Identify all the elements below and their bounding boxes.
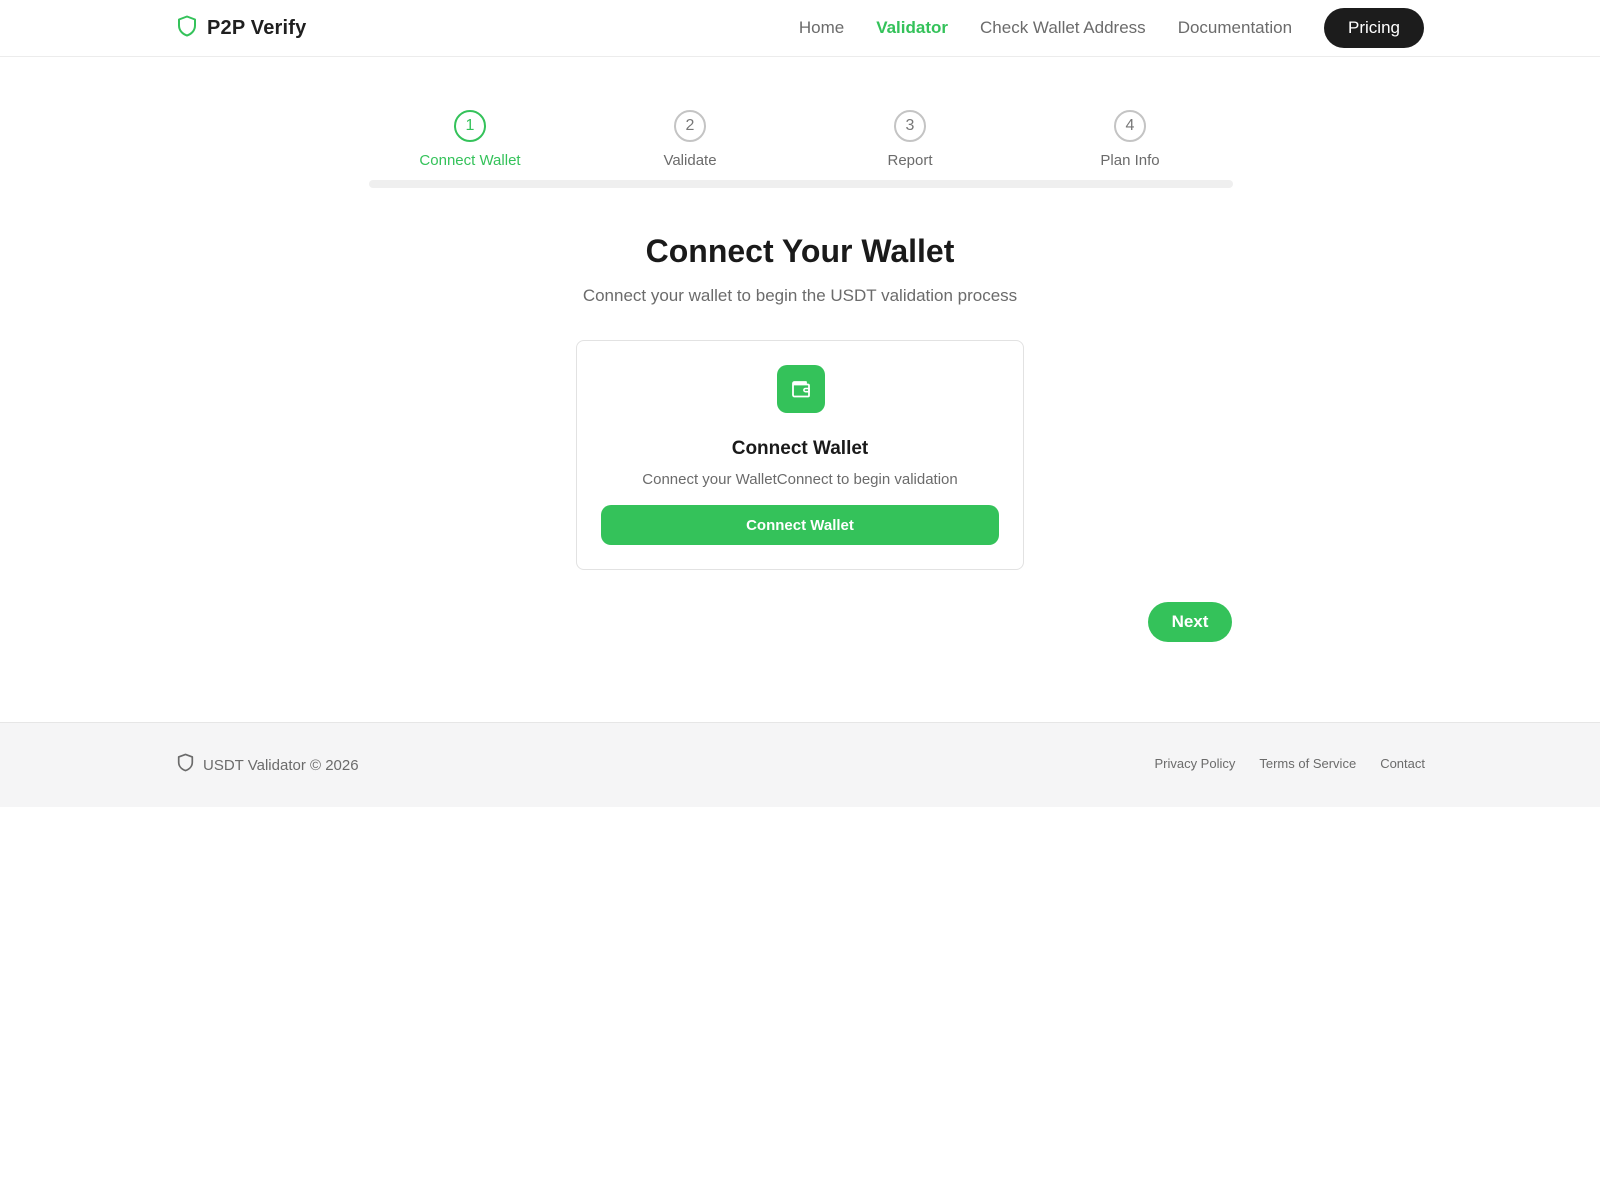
- privacy-policy-link[interactable]: Privacy Policy: [1154, 756, 1235, 771]
- footer: USDT Validator © 2026 Privacy Policy Ter…: [0, 722, 1600, 807]
- shield-icon: [177, 15, 197, 42]
- step-plan-info[interactable]: 4 Plan Info: [1070, 110, 1190, 169]
- footer-copyright: USDT Validator © 2026: [203, 756, 359, 774]
- nav-check-wallet-address[interactable]: Check Wallet Address: [980, 18, 1146, 38]
- terms-of-service-link[interactable]: Terms of Service: [1259, 756, 1356, 771]
- shield-icon: [177, 753, 194, 777]
- connect-wallet-card: Connect Wallet Connect your WalletConnec…: [576, 340, 1024, 570]
- wallet-icon: [777, 365, 825, 413]
- step-report[interactable]: 3 Report: [850, 110, 970, 169]
- next-button[interactable]: Next: [1148, 602, 1232, 642]
- main-nav: Home Validator Check Wallet Address Docu…: [767, 8, 1424, 48]
- nav-home[interactable]: Home: [799, 18, 844, 38]
- step-number: 4: [1114, 110, 1146, 142]
- pricing-button[interactable]: Pricing: [1324, 8, 1424, 48]
- page-title: Connect Your Wallet: [645, 233, 955, 269]
- card-title: Connect Wallet: [731, 438, 869, 459]
- step-label: Plan Info: [1100, 152, 1160, 169]
- step-number: 3: [894, 110, 926, 142]
- connect-wallet-button[interactable]: Connect Wallet: [601, 505, 999, 545]
- card-description: Connect your WalletConnect to begin vali…: [642, 471, 958, 488]
- step-label: Report: [887, 152, 933, 169]
- top-navbar: P2P Verify Home Validator Check Wallet A…: [0, 0, 1600, 57]
- brand-logo[interactable]: P2P Verify: [177, 15, 306, 41]
- progress-stepper: 1 Connect Wallet 2 Validate 3 Report 4 P…: [369, 110, 1233, 188]
- contact-link[interactable]: Contact: [1380, 756, 1425, 771]
- footer-links: Privacy Policy Terms of Service Contact: [1130, 756, 1425, 771]
- brand-name: P2P Verify: [207, 16, 307, 39]
- step-label: Validate: [663, 152, 717, 169]
- step-number: 1: [454, 110, 486, 142]
- step-label: Connect Wallet: [419, 152, 521, 169]
- nav-documentation[interactable]: Documentation: [1178, 18, 1292, 38]
- step-number: 2: [674, 110, 706, 142]
- nav-validator[interactable]: Validator: [876, 18, 948, 38]
- page-subtitle: Connect your wallet to begin the USDT va…: [582, 286, 1018, 305]
- progress-bar: [369, 180, 1233, 188]
- step-connect-wallet[interactable]: 1 Connect Wallet: [410, 110, 530, 169]
- step-validate[interactable]: 2 Validate: [630, 110, 750, 169]
- footer-brand: USDT Validator © 2026: [177, 753, 359, 777]
